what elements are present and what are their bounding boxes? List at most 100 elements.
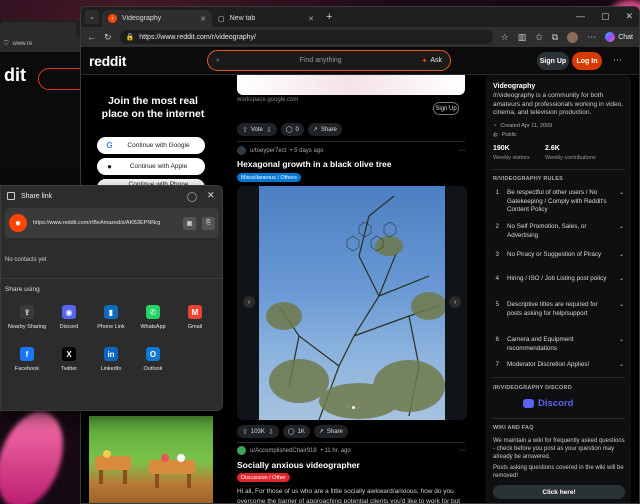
ad-vote-button[interactable]: ⇧ Vote ⇩ <box>237 123 277 136</box>
carousel-prev-icon[interactable]: ‹ <box>243 296 255 308</box>
share-app-gmail[interactable]: M Gmail <box>175 305 215 330</box>
rule-item[interactable]: 4 Hiring / ISO / Job Listing post policy ⌄ <box>493 275 625 284</box>
log-in-button[interactable]: Log In <box>572 52 602 70</box>
tab-actions-chevron-icon[interactable]: ⌄ <box>85 10 99 24</box>
post-image[interactable]: ‹ › <box>237 186 467 420</box>
post-body[interactable]: Hi all, For those of us who are a little… <box>237 487 469 503</box>
post-options-icon[interactable]: ⋯ <box>459 147 465 154</box>
background-browser-window[interactable]: ⛉ www.re dit <box>0 20 84 190</box>
rule-item[interactable]: 6 Camera and Equipment recommendations ⌄ <box>493 336 625 353</box>
account-icon[interactable] <box>187 192 197 202</box>
more-menu-icon[interactable]: ⋯ <box>587 32 596 43</box>
continue-with-google-button[interactable]: G Continue with Google <box>97 137 205 154</box>
discord-link[interactable]: Discord <box>523 398 573 409</box>
post-flair[interactable]: Miscellaneous / Others <box>237 173 301 182</box>
user-avatar[interactable] <box>237 146 246 155</box>
share-app-facebook[interactable]: f Facebook <box>7 347 47 372</box>
globe-icon: ◍ <box>493 132 498 138</box>
minimize-icon[interactable]: — <box>576 11 585 22</box>
twitter-icon: X <box>62 347 76 361</box>
share-using-title: Share using <box>5 286 40 293</box>
close-window-icon[interactable]: ✕ <box>625 11 633 22</box>
click-here-button[interactable]: Click here! <box>493 485 625 499</box>
ask-button[interactable]: ✦ Ask <box>421 57 442 65</box>
rule-text: Moderator Discretion Applies! <box>507 361 590 368</box>
chevron-down-icon[interactable]: ⌄ <box>619 336 625 345</box>
collections-icon[interactable]: ⧉ <box>552 32 558 43</box>
post-author[interactable]: u/toeyper7ect <box>250 148 286 154</box>
post-vote-button[interactable]: ⇧ 103K ⇩ <box>237 425 279 438</box>
share-app-label: Facebook <box>14 366 40 372</box>
rule-item[interactable]: 2 No Self Promotion, Sales, or Advertisin… <box>493 223 625 240</box>
ad-sign-up-button[interactable]: Sign Up <box>433 102 459 115</box>
profile-avatar[interactable] <box>567 31 579 43</box>
chevron-down-icon[interactable]: ⌄ <box>619 361 625 370</box>
rule-number: 6 <box>495 336 499 343</box>
maximize-icon[interactable]: ▢ <box>601 11 610 22</box>
chevron-down-icon[interactable]: ⌄ <box>619 189 625 198</box>
qr-code-icon[interactable]: ▦ <box>183 216 196 230</box>
split-screen-icon[interactable]: ▥ <box>518 32 527 43</box>
copy-link-icon[interactable]: ⎘ <box>202 216 215 230</box>
back-arrow-icon[interactable]: ← <box>87 32 96 42</box>
share-app-linkedin[interactable]: in LinkedIn <box>91 347 131 372</box>
carousel-next-icon[interactable]: › <box>449 296 461 308</box>
tab-videography[interactable]: r Videography ✕ <box>102 10 212 27</box>
upvote-icon[interactable]: ⇧ <box>242 428 248 436</box>
user-avatar[interactable] <box>237 446 246 455</box>
upvote-icon[interactable]: ⇧ <box>242 126 248 134</box>
address-bar[interactable]: 🔒 https://www.reddit.com/r/videography/ <box>119 30 493 44</box>
share-app-phone-link[interactable]: ▮ Phone Link <box>91 305 131 330</box>
reddit-logo[interactable]: reddit <box>89 53 126 69</box>
close-tab-icon[interactable]: ✕ <box>200 15 206 23</box>
post-comments-button[interactable]: ◯ 1K <box>282 425 310 438</box>
share-app-whatsapp[interactable]: ✆ WhatsApp <box>133 305 173 330</box>
chevron-down-icon[interactable]: ⌄ <box>619 275 625 284</box>
favorites-icon[interactable]: ✩ <box>535 32 543 43</box>
ad-image[interactable] <box>237 75 465 95</box>
downvote-icon[interactable]: ⇩ <box>266 126 272 134</box>
chevron-down-icon[interactable]: ⌄ <box>619 223 625 232</box>
ad-domain[interactable]: workspace.google.com <box>237 97 298 103</box>
weekly-contributions-count: 2.6K <box>545 145 560 152</box>
rule-item[interactable]: 3 No Piracy or Suggestion of Piracy ⌄ <box>493 251 625 260</box>
game-table <box>149 460 195 474</box>
tab-new-tab[interactable]: ▢ New tab ✕ <box>212 10 320 27</box>
rule-item[interactable]: 7 Moderator Discretion Applies! ⌄ <box>493 361 625 370</box>
comment-count: 1K <box>297 428 305 435</box>
share-link-url[interactable]: https://www.reddit.com/r/BeAmazed/s/AKB3… <box>33 220 177 226</box>
continue-with-apple-button[interactable]: ● Continue with Apple <box>97 158 205 175</box>
ask-label: Ask <box>430 57 442 64</box>
share-app-nearby-sharing[interactable]: ⇪ Nearby Sharing <box>7 305 47 330</box>
share-app-discord[interactable]: ◉ Discord <box>49 305 89 330</box>
bg-tab[interactable] <box>0 22 76 36</box>
post-title[interactable]: Hexagonal growth in a black olive tree <box>237 159 391 169</box>
share-app-twitter[interactable]: X Twitter <box>49 347 89 372</box>
ad-share-button[interactable]: ↗ Share <box>307 123 342 136</box>
post-share-button[interactable]: ↗ Share <box>313 425 348 438</box>
new-tab-plus-icon[interactable]: + <box>326 11 332 23</box>
reddit-search-bar[interactable]: ⌕ Find anything ✦ Ask <box>207 50 451 71</box>
post-author[interactable]: u/AccomplishedChair918 <box>250 448 317 454</box>
downvote-icon[interactable]: ⇩ <box>268 428 274 436</box>
more-options-icon[interactable]: ⋯ <box>613 55 622 66</box>
post-title[interactable]: Socially anxious videographer <box>237 460 360 470</box>
sign-up-button[interactable]: Sign Up <box>537 52 569 70</box>
post-options-icon[interactable]: ⋯ <box>459 447 465 454</box>
chevron-down-icon[interactable]: ⌄ <box>619 251 625 260</box>
close-tab-icon[interactable]: ✕ <box>308 15 314 23</box>
copilot-chat-button[interactable]: Chat <box>605 32 633 42</box>
post-flair[interactable]: Discussion / Other <box>237 473 290 482</box>
rule-item[interactable]: 5 Descriptive titles are required for pos… <box>493 301 625 318</box>
bg-search-pill[interactable] <box>38 68 84 90</box>
share-app-outlook[interactable]: O Outlook <box>133 347 173 372</box>
bg-address-bar[interactable]: ⛉ www.re <box>0 36 84 52</box>
refresh-icon[interactable]: ↻ <box>104 32 112 43</box>
rule-item[interactable]: 1 Be respectful of other users / No Gatek… <box>493 189 625 215</box>
share-app-label: Twitter <box>60 366 78 372</box>
close-icon[interactable]: ✕ <box>207 190 215 201</box>
chevron-down-icon[interactable]: ⌄ <box>619 301 625 310</box>
ad-comments-button[interactable]: ◯ 0 <box>280 123 304 136</box>
tab-title: Videography <box>122 15 162 22</box>
star-icon[interactable]: ☆ <box>501 32 509 43</box>
